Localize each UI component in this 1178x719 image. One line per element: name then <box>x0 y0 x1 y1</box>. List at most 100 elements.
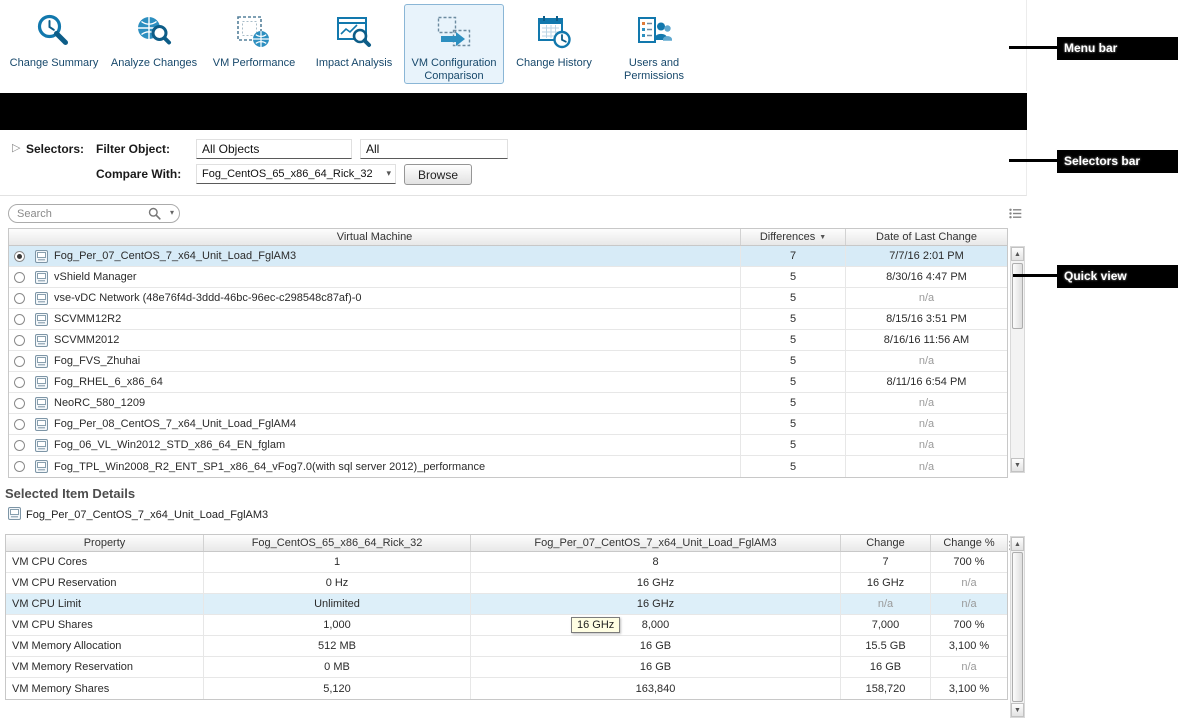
column-header-virtual-machine[interactable]: Virtual Machine <box>9 229 741 245</box>
column-header-date-of-last-change[interactable]: Date of Last Change <box>846 229 1007 245</box>
vm-row[interactable]: vse-vDC Network (48e76f4d-3ddd-46bc-96ec… <box>9 288 1007 309</box>
callout-line-quick-view <box>1013 274 1057 277</box>
virtual-machine-icon <box>35 334 48 347</box>
filter-scope-input[interactable] <box>360 139 508 159</box>
column-header-baseline-vm[interactable]: Fog_CentOS_65_x86_64_Rick_32 <box>204 535 471 551</box>
scroll-up-icon[interactable]: ▲ <box>1011 537 1024 551</box>
impact-analysis-icon <box>334 10 374 54</box>
search-options-chevron-icon[interactable]: ▾ <box>170 208 174 217</box>
search-box: ▾ <box>8 204 180 223</box>
row-radio-button[interactable] <box>14 335 25 346</box>
menu-item-vm-performance[interactable]: VM Performance <box>204 4 304 84</box>
vm-name-cell: SCVMM2012 <box>9 330 741 350</box>
menu-item-users-and-permissions[interactable]: Users and Permissions <box>604 4 704 84</box>
vm-name-cell: Fog_06_VL_Win2012_STD_x86_64_EN_fglam <box>9 435 741 455</box>
quick-view-scrollbar-thumb[interactable] <box>1012 263 1023 329</box>
row-radio-button[interactable] <box>14 419 25 430</box>
row-radio-button[interactable] <box>14 251 25 262</box>
property-cell: VM CPU Shares <box>6 615 204 635</box>
menu-item-analyze-changes[interactable]: Analyze Changes <box>104 4 204 84</box>
property-row[interactable]: VM CPU Cores187700 % <box>6 552 1007 573</box>
vm-name-cell: Fog_Per_08_CentOS_7_x64_Unit_Load_FglAM4 <box>9 414 741 434</box>
row-radio-button[interactable] <box>14 398 25 409</box>
differences-cell: 5 <box>741 351 846 371</box>
analyze-changes-icon <box>134 10 174 54</box>
filter-object-input[interactable] <box>196 139 352 159</box>
column-header-compared-vm[interactable]: Fog_Per_07_CentOS_7_x64_Unit_Load_FglAM3 <box>471 535 841 551</box>
vm-row[interactable]: Fog_Per_07_CentOS_7_x64_Unit_Load_FglAM3… <box>9 246 1007 267</box>
vm-name: Fog_06_VL_Win2012_STD_x86_64_EN_fglam <box>54 439 285 451</box>
quick-view-scrollbar[interactable]: ▲ ▼ <box>1010 246 1025 473</box>
menu-item-impact-analysis[interactable]: Impact Analysis <box>304 4 404 84</box>
row-radio-button[interactable] <box>14 440 25 451</box>
property-cell: VM CPU Reservation <box>6 573 204 593</box>
property-cell: VM Memory Shares <box>6 678 204 699</box>
vm-name: Fog_TPL_Win2008_R2_ENT_SP1_x86_64_vFog7.… <box>54 461 485 473</box>
vm-row[interactable]: NeoRC_580_12095n/a <box>9 393 1007 414</box>
differences-cell: 5 <box>741 330 846 350</box>
vm-name: Fog_Per_07_CentOS_7_x64_Unit_Load_FglAM3 <box>54 250 296 262</box>
scroll-down-icon[interactable]: ▼ <box>1011 458 1024 472</box>
vm-table: Virtual Machine Differences ▼ Date of La… <box>8 228 1008 478</box>
browse-button[interactable]: Browse <box>404 164 472 185</box>
vm-name-cell: Fog_Per_07_CentOS_7_x64_Unit_Load_FglAM3 <box>9 246 741 266</box>
column-header-change-percent[interactable]: Change % <box>931 535 1007 551</box>
menu-item-change-summary[interactable]: Change Summary <box>4 4 104 84</box>
row-radio-button[interactable] <box>14 314 25 325</box>
compare-with-label: Compare With: <box>96 167 181 181</box>
property-row[interactable]: VM Memory Shares5,120163,840158,7203,100… <box>6 678 1007 699</box>
vm-row[interactable]: SCVMM201258/16/16 11:56 AM <box>9 330 1007 351</box>
change-percent-cell: n/a <box>931 573 1007 593</box>
compared-value-cell: 163,840 <box>471 678 841 699</box>
banner-bar <box>0 93 1027 130</box>
row-radio-button[interactable] <box>14 356 25 367</box>
property-row[interactable]: VM Memory Allocation512 MB16 GB15.5 GB3,… <box>6 636 1007 657</box>
row-radio-button[interactable] <box>14 377 25 388</box>
property-cell: VM CPU Cores <box>6 552 204 572</box>
vm-row[interactable]: Fog_Per_08_CentOS_7_x64_Unit_Load_FglAM4… <box>9 414 1007 435</box>
virtual-machine-icon <box>35 313 48 326</box>
vm-row[interactable]: vShield Manager58/30/16 4:47 PM <box>9 267 1007 288</box>
column-header-differences[interactable]: Differences ▼ <box>741 229 846 245</box>
change-percent-cell: 700 % <box>931 552 1007 572</box>
row-radio-button[interactable] <box>14 461 25 472</box>
change-cell: 7 <box>841 552 931 572</box>
column-header-change[interactable]: Change <box>841 535 931 551</box>
row-radio-button[interactable] <box>14 272 25 283</box>
callout-selectors-bar: Selectors bar <box>1057 150 1178 173</box>
menu-item-vm-configuration-comparison[interactable]: VM Configuration Comparison <box>404 4 504 84</box>
vm-row[interactable]: Fog_06_VL_Win2012_STD_x86_64_EN_fglam5n/… <box>9 435 1007 456</box>
vm-name: Fog_FVS_Zhuhai <box>54 355 140 367</box>
chevron-down-icon: ▾ <box>386 168 391 179</box>
property-row[interactable]: VM CPU Shares1,0008,00016 GHz7,000700 % <box>6 615 1007 636</box>
vm-row[interactable]: Fog_RHEL_6_x86_6458/11/16 6:54 PM <box>9 372 1007 393</box>
compared-value-cell: 8,00016 GHz <box>471 615 841 635</box>
selectors-label: Selectors: <box>26 142 84 156</box>
virtual-machine-icon <box>35 439 48 452</box>
differences-cell: 5 <box>741 393 846 413</box>
search-icon[interactable] <box>148 207 161 225</box>
row-radio-button[interactable] <box>14 293 25 304</box>
vm-row[interactable]: SCVMM12R258/15/16 3:51 PM <box>9 309 1007 330</box>
property-row[interactable]: VM CPU Reservation0 Hz16 GHz16 GHzn/a <box>6 573 1007 594</box>
property-cell: VM CPU Limit <box>6 594 204 614</box>
compare-with-dropdown[interactable]: Fog_CentOS_65_x86_64_Rick_32 ▾ <box>196 164 396 184</box>
menu-item-change-history[interactable]: Change History <box>504 4 604 84</box>
property-row[interactable]: VM CPU LimitUnlimited16 GHzn/an/a <box>6 594 1007 615</box>
search-input[interactable] <box>17 206 145 221</box>
baseline-value-cell: 5,120 <box>204 678 471 699</box>
vm-row[interactable]: Fog_FVS_Zhuhai5n/a <box>9 351 1007 372</box>
table-customizer-icon[interactable] <box>1009 206 1022 224</box>
property-row[interactable]: VM Memory Reservation0 MB16 GB16 GBn/a <box>6 657 1007 678</box>
differences-cell: 5 <box>741 372 846 392</box>
baseline-value-cell: 1 <box>204 552 471 572</box>
change-cell: 7,000 <box>841 615 931 635</box>
scroll-down-icon[interactable]: ▼ <box>1011 703 1024 717</box>
vm-name: SCVMM12R2 <box>54 313 121 325</box>
scroll-up-icon[interactable]: ▲ <box>1011 247 1024 261</box>
column-header-property[interactable]: Property <box>6 535 204 551</box>
vm-row[interactable]: Fog_TPL_Win2008_R2_ENT_SP1_x86_64_vFog7.… <box>9 456 1007 477</box>
details-scrollbar[interactable]: ▲ ▼ <box>1010 536 1025 718</box>
details-scrollbar-thumb[interactable] <box>1012 552 1023 702</box>
selectors-expander-icon[interactable]: ▷ <box>12 141 20 154</box>
